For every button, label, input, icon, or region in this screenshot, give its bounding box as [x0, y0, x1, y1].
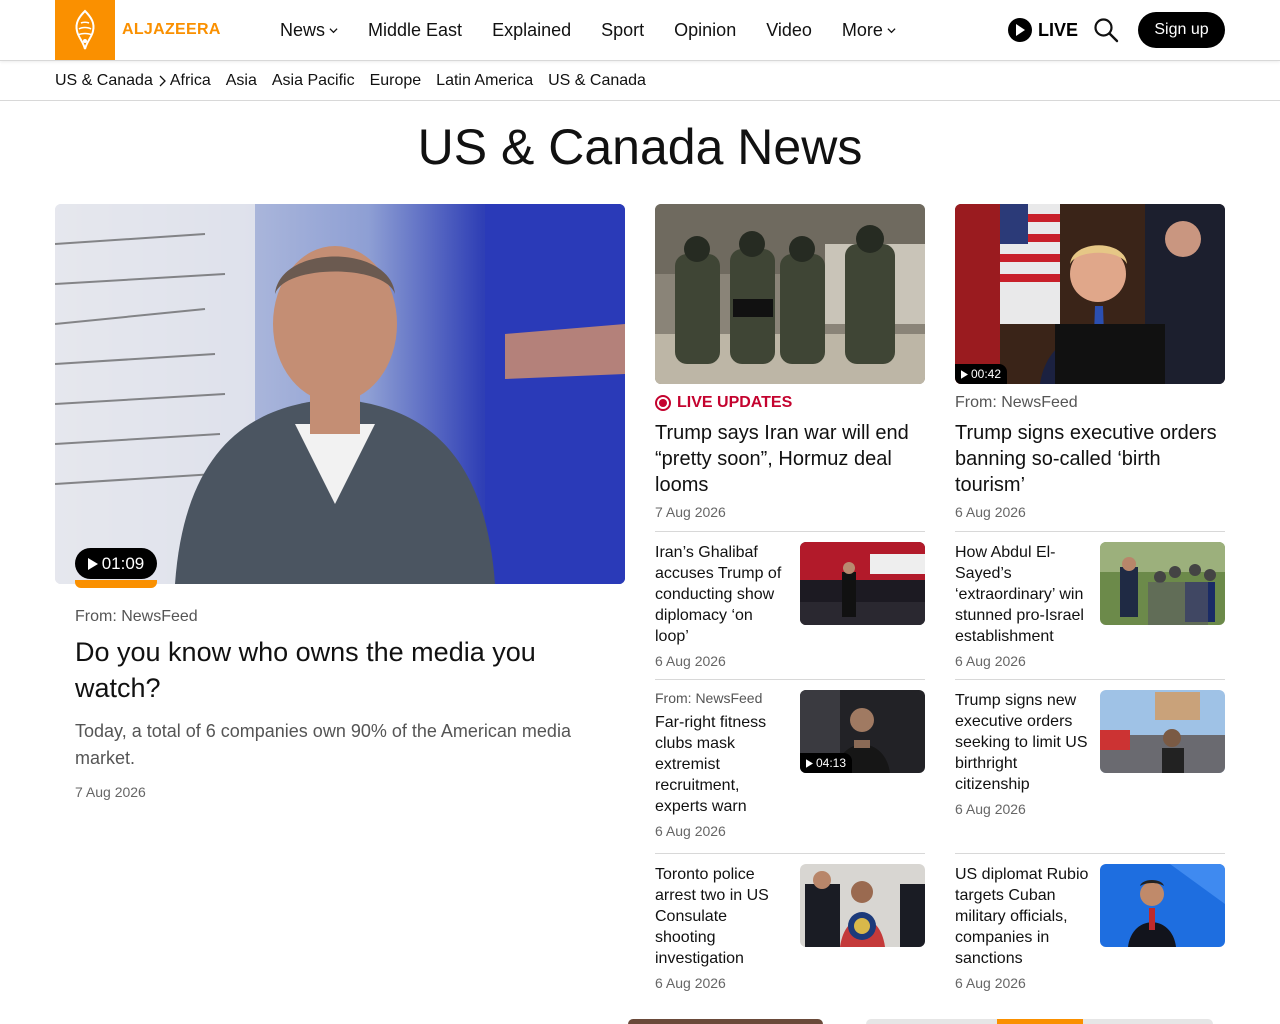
article-image[interactable]: 00:42 — [955, 204, 1225, 384]
article-date: 6 Aug 2026 — [955, 653, 1026, 669]
play-icon — [961, 369, 968, 379]
video-duration-badge: 01:09 — [75, 548, 157, 579]
feature-headline[interactable]: Do you know who owns the media you watch… — [75, 634, 605, 706]
subnav-link-europe[interactable]: Europe — [370, 72, 422, 90]
list-item[interactable]: How Abdul El-Sayed’s ‘extraordinary’ win… — [955, 531, 1225, 679]
subnav-link-latin-america[interactable]: Latin America — [436, 72, 533, 90]
nav-label: Middle East — [368, 19, 463, 40]
sign-up-button[interactable]: Sign up — [1138, 12, 1225, 48]
feature-summary: Today, a total of 6 companies own 90% of… — [75, 721, 571, 768]
current-section-label: US & Canada — [55, 72, 153, 89]
live-label: LIVE — [1038, 19, 1079, 40]
article-thumbnail[interactable] — [1100, 542, 1225, 625]
nav-item-middle-east[interactable]: Middle East — [368, 20, 462, 41]
nav-item-video[interactable]: Video — [766, 20, 812, 41]
nav-item-news[interactable]: News — [280, 20, 338, 41]
feature-article: From: NewsFeed Do you know who owns the … — [75, 608, 605, 800]
list-item[interactable]: US diplomat Rubio targets Cuban military… — [955, 853, 1225, 1003]
nav-label: Opinion — [674, 19, 737, 40]
video-duration: 01:09 — [101, 553, 145, 573]
list-item[interactable]: Toronto police arrest two in US Consulat… — [655, 853, 925, 1003]
video-duration-badge: 04:13 — [800, 753, 853, 773]
section-subnav: US & Canada Africa Asia Asia Pacific Eur… — [0, 61, 1280, 101]
article-headline[interactable]: Trump signs executive orders banning so-… — [955, 420, 1225, 498]
live-indicator-icon — [655, 395, 671, 411]
nav-label: News — [280, 19, 326, 40]
article-thumbnail[interactable] — [800, 864, 925, 947]
article-headline[interactable]: Toronto police arrest two in US Consulat… — [655, 864, 790, 969]
article-card[interactable]: LIVE UPDATES Trump says Iran war will en… — [655, 204, 925, 520]
nav-label: Sport — [601, 19, 645, 40]
article-headline[interactable]: Trump says Iran war will end “pretty soo… — [655, 420, 925, 498]
nav-item-opinion[interactable]: Opinion — [674, 20, 736, 41]
article-headline[interactable]: Iran’s Ghalibaf accuses Trump of conduct… — [655, 542, 790, 647]
nav-item-explained[interactable]: Explained — [492, 20, 571, 41]
subnav-current-section[interactable]: US & Canada — [55, 72, 170, 90]
video-duration: 00:42 — [971, 367, 1002, 381]
site-header: ALJAZEERA News Middle East Explained Spo… — [0, 0, 1280, 61]
logo-emblem-icon — [55, 0, 115, 60]
play-icon — [1008, 18, 1032, 42]
video-duration: 04:13 — [816, 756, 847, 770]
live-button[interactable]: LIVE — [1008, 17, 1078, 43]
article-headline[interactable]: Trump signs new executive orders seeking… — [955, 690, 1090, 795]
logo-wordmark: ALJAZEERA — [122, 21, 221, 38]
article-date: 6 Aug 2026 — [955, 504, 1026, 520]
subnav-link-africa[interactable]: Africa — [170, 72, 211, 90]
list-item[interactable]: Trump signs new executive orders seeking… — [955, 679, 1225, 853]
article-date: 7 Aug 2026 — [75, 784, 146, 800]
chevron-down-icon — [887, 27, 896, 33]
chevron-right-icon — [159, 75, 166, 87]
list-item[interactable]: Iran’s Ghalibaf accuses Trump of conduct… — [655, 531, 925, 679]
list-item[interactable]: From: NewsFeed Far-right fitness clubs m… — [655, 679, 925, 853]
live-updates-text: LIVE UPDATES — [677, 394, 793, 411]
next-article-accent — [997, 1019, 1083, 1024]
subnav-link-asia[interactable]: Asia — [226, 72, 257, 90]
article-card[interactable]: 00:42 From: NewsFeed Trump signs executi… — [955, 204, 1225, 520]
article-date: 7 Aug 2026 — [655, 504, 726, 520]
subnav-link-us-canada[interactable]: US & Canada — [548, 72, 646, 90]
next-article-thumbnail[interactable] — [1083, 1019, 1213, 1024]
play-icon — [806, 758, 813, 768]
brand-accent-bar — [75, 580, 157, 588]
article-source: From: NewsFeed — [955, 394, 1078, 411]
article-thumbnail[interactable]: 04:13 — [800, 690, 925, 773]
article-thumbnail[interactable] — [800, 542, 925, 625]
article-image[interactable] — [655, 204, 925, 384]
nav-label: More — [841, 19, 883, 40]
article-headline[interactable]: How Abdul El-Sayed’s ‘extraordinary’ win… — [955, 542, 1090, 647]
article-source: From: NewsFeed — [75, 608, 198, 625]
feature-image[interactable] — [55, 204, 625, 584]
nav-label: Explained — [492, 19, 572, 40]
chevron-down-icon — [329, 27, 338, 33]
article-headline[interactable]: US diplomat Rubio targets Cuban military… — [955, 864, 1090, 969]
nav-item-more[interactable]: More — [842, 20, 896, 41]
article-date: 6 Aug 2026 — [655, 823, 726, 839]
main-nav: News Middle East Explained Sport Opinion… — [280, 0, 896, 60]
article-thumbnail[interactable] — [1100, 690, 1225, 773]
subnav-link-asia-pacific[interactable]: Asia Pacific — [272, 72, 355, 90]
search-icon[interactable] — [1093, 17, 1119, 43]
article-thumbnail[interactable] — [1100, 864, 1225, 947]
article-date: 6 Aug 2026 — [955, 975, 1026, 991]
play-icon — [87, 557, 98, 570]
article-date: 6 Aug 2026 — [655, 975, 726, 991]
video-duration-badge: 00:42 — [955, 364, 1008, 384]
article-headline[interactable]: Far-right fitness clubs mask extremist r… — [655, 712, 790, 817]
nav-item-sport[interactable]: Sport — [601, 20, 644, 41]
nav-label: Video — [766, 19, 812, 40]
site-logo[interactable]: ALJAZEERA — [55, 0, 221, 60]
next-article-thumbnail[interactable] — [628, 1019, 823, 1024]
article-date: 6 Aug 2026 — [655, 653, 726, 669]
live-updates-label: LIVE UPDATES — [655, 394, 925, 412]
article-source: From: NewsFeed — [655, 690, 763, 706]
next-article-thumbnail[interactable] — [866, 1019, 998, 1024]
page-title: US & Canada News — [417, 119, 863, 175]
article-date: 6 Aug 2026 — [955, 801, 1026, 817]
